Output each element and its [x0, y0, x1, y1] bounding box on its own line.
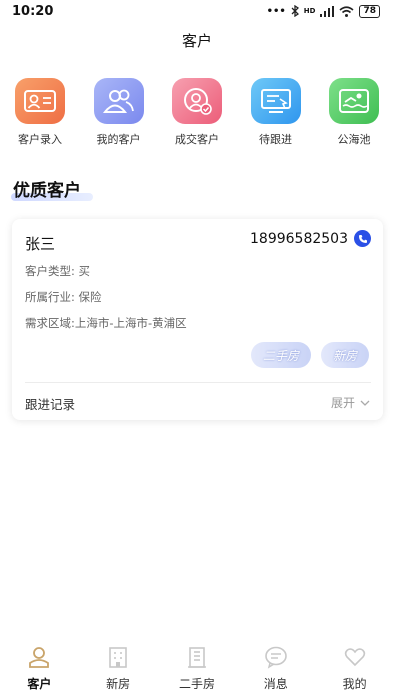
customer-type: 客户类型: 买	[25, 264, 91, 278]
customer-name: 张三	[25, 235, 56, 253]
tab-label: 新房	[106, 677, 131, 691]
status-time: 10:20	[12, 3, 54, 19]
bottom-tab-bar: 客户 新房 二手房 消息 我的	[0, 645, 394, 700]
tag-new-house[interactable]: 新房	[320, 342, 369, 368]
tab-messages[interactable]: 消息	[246, 645, 306, 700]
customer-tags: 二手房 新房	[250, 342, 369, 368]
swimming-icon	[329, 78, 379, 124]
tab-label: 我的	[342, 677, 367, 691]
quick-actions: 客户录入 我的客户 成交客户 待跟进 公海池	[0, 78, 394, 147]
tab-second-hand[interactable]: 二手房	[167, 645, 227, 700]
tag-second-hand[interactable]: 二手房	[250, 342, 311, 368]
bluetooth-icon	[291, 5, 299, 17]
battery-icon: 78	[359, 4, 380, 18]
customer-industry: 所属行业: 保险	[25, 290, 102, 304]
quick-action-label: 待跟进	[259, 133, 292, 146]
tab-mine[interactable]: 我的	[325, 645, 385, 700]
card-divider	[25, 382, 371, 383]
monitor-icon	[250, 78, 301, 124]
expand-label: 展开	[330, 396, 355, 410]
users-icon	[93, 78, 144, 124]
id-card-icon	[15, 78, 65, 124]
quick-action-label: 公海池	[337, 133, 371, 146]
status-icons: ••• HD 78	[266, 4, 380, 18]
tab-new-house[interactable]: 新房	[88, 645, 148, 700]
dots-icon: •••	[266, 5, 286, 17]
customer-card[interactable]: 张三 18996582503 客户类型: 买 所属行业: 保险 需求区域:上海市…	[12, 219, 383, 420]
heart-icon	[342, 645, 368, 669]
quick-action-label: 成交客户	[175, 133, 219, 146]
status-bar: 10:20 ••• HD 78	[0, 0, 394, 22]
expand-button[interactable]: 展开	[331, 394, 370, 411]
tab-customer[interactable]: 客户	[9, 645, 69, 700]
tab-label: 消息	[263, 677, 288, 691]
phone-call-icon[interactable]	[354, 230, 371, 247]
tab-label: 客户	[27, 677, 52, 691]
signal-icon	[320, 5, 335, 17]
house-icon	[184, 645, 210, 669]
quick-action-customer-entry[interactable]: 客户录入	[12, 78, 68, 147]
quick-action-my-customers[interactable]: 我的客户	[91, 78, 147, 147]
chevron-down-icon	[360, 400, 370, 406]
customer-region: 需求区域:上海市-上海市-黄浦区	[25, 316, 187, 330]
building-icon	[105, 645, 131, 669]
quick-action-label: 客户录入	[18, 133, 62, 146]
customer-phone: 18996582503	[250, 230, 371, 247]
phone-number: 18996582503	[250, 230, 348, 247]
signal-text: HD	[303, 7, 316, 15]
deal-user-icon	[172, 78, 222, 124]
section-title: 优质客户	[13, 181, 81, 201]
quick-action-deal-customers[interactable]: 成交客户	[169, 78, 225, 147]
message-icon	[263, 645, 289, 669]
quick-action-label: 我的客户	[96, 133, 141, 146]
wifi-icon	[339, 5, 354, 17]
quick-action-public-pool[interactable]: 公海池	[326, 78, 382, 147]
tab-label: 二手房	[178, 677, 215, 691]
follow-record-label: 跟进记录	[25, 397, 76, 412]
quick-action-pending-follow[interactable]: 待跟进	[248, 78, 304, 147]
customer-icon	[26, 645, 52, 669]
page-title: 客户	[181, 32, 212, 50]
